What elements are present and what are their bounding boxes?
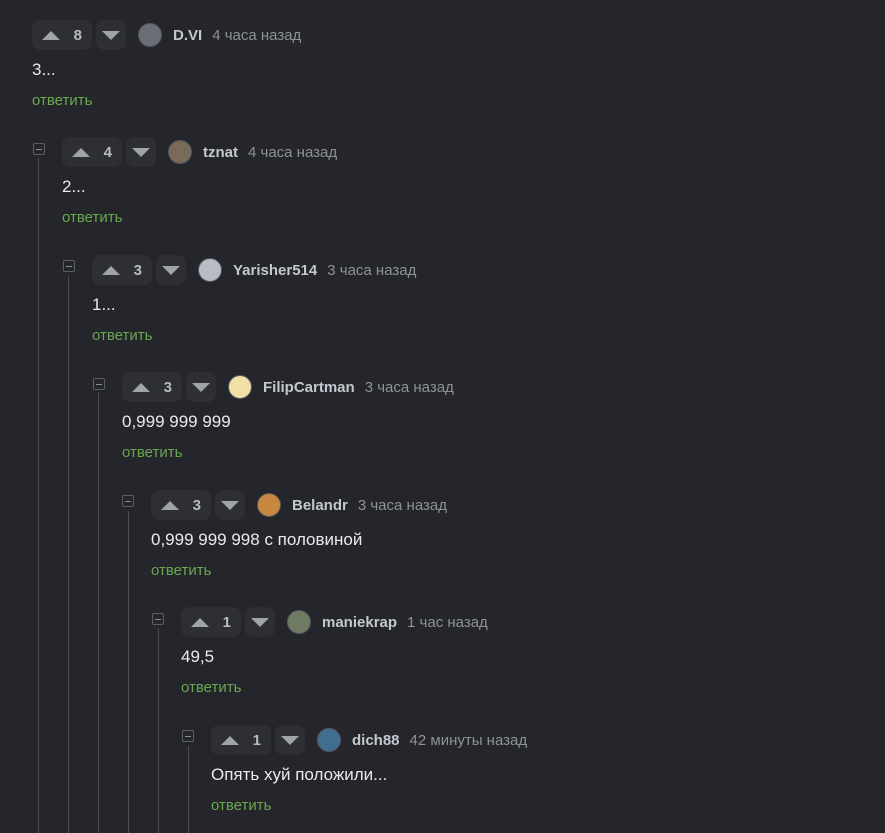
downvote-button[interactable] — [96, 20, 126, 50]
thread-line[interactable] — [38, 158, 39, 833]
upvote-button[interactable]: 3 — [151, 490, 211, 520]
comment: 1 dich88 42 минуты назад Опять хуй полож… — [211, 723, 527, 815]
author-name[interactable]: FilipCartman — [263, 379, 355, 396]
comment-text: 3... — [32, 60, 56, 79]
avatar[interactable] — [257, 493, 281, 517]
thread-line[interactable] — [98, 393, 99, 833]
avatar[interactable] — [198, 258, 222, 282]
rating-count: 1 — [222, 613, 231, 631]
collapse-icon[interactable] — [152, 613, 164, 625]
rating-count: 8 — [73, 26, 82, 44]
comment: 3 Yarisher514 3 часа назад 1... ответить — [92, 253, 416, 345]
triangle-down-icon — [102, 30, 120, 40]
comment-text: 0,999 999 999 — [122, 412, 231, 431]
triangle-down-icon — [192, 382, 210, 392]
triangle-down-icon — [251, 617, 269, 627]
comment-text: 49,5 — [181, 647, 215, 666]
avatar[interactable] — [317, 728, 341, 752]
triangle-down-icon — [221, 500, 239, 510]
downvote-button[interactable] — [245, 607, 275, 637]
rating-count: 4 — [103, 143, 112, 161]
reply-link[interactable]: ответить — [92, 327, 416, 345]
author-name[interactable]: D.VI — [173, 27, 202, 44]
thread-line[interactable] — [188, 746, 189, 833]
comment-meta: 1 dich88 42 минуты назад — [211, 723, 527, 757]
comment-text: 1... — [92, 295, 116, 314]
upvote-button[interactable]: 1 — [211, 725, 271, 755]
comment-meta: 1 maniekrap 1 час назад — [181, 605, 488, 639]
downvote-button[interactable] — [156, 255, 186, 285]
avatar[interactable] — [228, 375, 252, 399]
comment-time[interactable]: 1 час назад — [407, 614, 488, 631]
reply-link[interactable]: ответить — [151, 562, 447, 580]
avatar[interactable] — [138, 23, 162, 47]
author-name[interactable]: Belandr — [292, 497, 348, 514]
comment: 4 tznat 4 часа назад 2... ответить — [62, 135, 337, 227]
triangle-down-icon — [162, 265, 180, 275]
comment: 3 FilipCartman 3 часа назад 0,999 999 99… — [122, 370, 454, 462]
comment: 1 maniekrap 1 час назад 49,5 ответить — [181, 605, 488, 697]
comment-meta: 3 Yarisher514 3 часа назад — [92, 253, 416, 287]
triangle-up-icon — [102, 265, 120, 275]
comment-meta: 3 Belandr 3 часа назад — [151, 488, 447, 522]
reply-link[interactable]: ответить — [181, 679, 488, 697]
triangle-up-icon — [221, 735, 239, 745]
author-name[interactable]: Yarisher514 — [233, 262, 317, 279]
comment-text: Опять хуй положили... — [211, 765, 388, 784]
comment: 8 D.VI 4 часа назад 3... ответить — [32, 18, 301, 110]
upvote-button[interactable]: 8 — [32, 20, 92, 50]
collapse-icon[interactable] — [33, 143, 45, 155]
upvote-button[interactable]: 1 — [181, 607, 241, 637]
collapse-icon[interactable] — [63, 260, 75, 272]
rating-count: 1 — [252, 731, 261, 749]
avatar[interactable] — [168, 140, 192, 164]
comment-text: 2... — [62, 177, 86, 196]
reply-link[interactable]: ответить — [211, 797, 527, 815]
thread-line[interactable] — [128, 511, 129, 833]
comment-meta: 8 D.VI 4 часа назад — [32, 18, 301, 52]
comment-time[interactable]: 3 часа назад — [358, 497, 447, 514]
reply-link[interactable]: ответить — [62, 209, 337, 227]
rating-count: 3 — [192, 496, 201, 514]
triangle-up-icon — [191, 617, 209, 627]
collapse-icon[interactable] — [122, 495, 134, 507]
comment-thread: 8 D.VI 4 часа назад 3... ответить 4 tzna… — [0, 0, 885, 833]
comment-time[interactable]: 42 минуты назад — [410, 732, 528, 749]
triangle-up-icon — [42, 30, 60, 40]
comment-meta: 4 tznat 4 часа назад — [62, 135, 337, 169]
thread-line[interactable] — [68, 276, 69, 833]
comment-meta: 3 FilipCartman 3 часа назад — [122, 370, 454, 404]
downvote-button[interactable] — [215, 490, 245, 520]
reply-link[interactable]: ответить — [32, 92, 301, 110]
comment-time[interactable]: 3 часа назад — [365, 379, 454, 396]
comment: 3 Belandr 3 часа назад 0,999 999 998 с п… — [151, 488, 447, 580]
triangle-down-icon — [132, 147, 150, 157]
triangle-up-icon — [161, 500, 179, 510]
author-name[interactable]: dich88 — [352, 732, 400, 749]
downvote-button[interactable] — [275, 725, 305, 755]
triangle-down-icon — [281, 735, 299, 745]
collapse-icon[interactable] — [182, 730, 194, 742]
comment-time[interactable]: 4 часа назад — [248, 144, 337, 161]
thread-line[interactable] — [158, 628, 159, 833]
avatar[interactable] — [287, 610, 311, 634]
triangle-up-icon — [132, 382, 150, 392]
triangle-up-icon — [72, 147, 90, 157]
collapse-icon[interactable] — [93, 378, 105, 390]
reply-link[interactable]: ответить — [122, 444, 454, 462]
rating-count: 3 — [163, 378, 172, 396]
comment-time[interactable]: 4 часа назад — [212, 27, 301, 44]
comment-text: 0,999 999 998 с половиной — [151, 530, 363, 549]
author-name[interactable]: tznat — [203, 144, 238, 161]
upvote-button[interactable]: 3 — [122, 372, 182, 402]
rating-count: 3 — [133, 261, 142, 279]
upvote-button[interactable]: 4 — [62, 137, 122, 167]
downvote-button[interactable] — [126, 137, 156, 167]
upvote-button[interactable]: 3 — [92, 255, 152, 285]
comment-time[interactable]: 3 часа назад — [327, 262, 416, 279]
author-name[interactable]: maniekrap — [322, 614, 397, 631]
downvote-button[interactable] — [186, 372, 216, 402]
